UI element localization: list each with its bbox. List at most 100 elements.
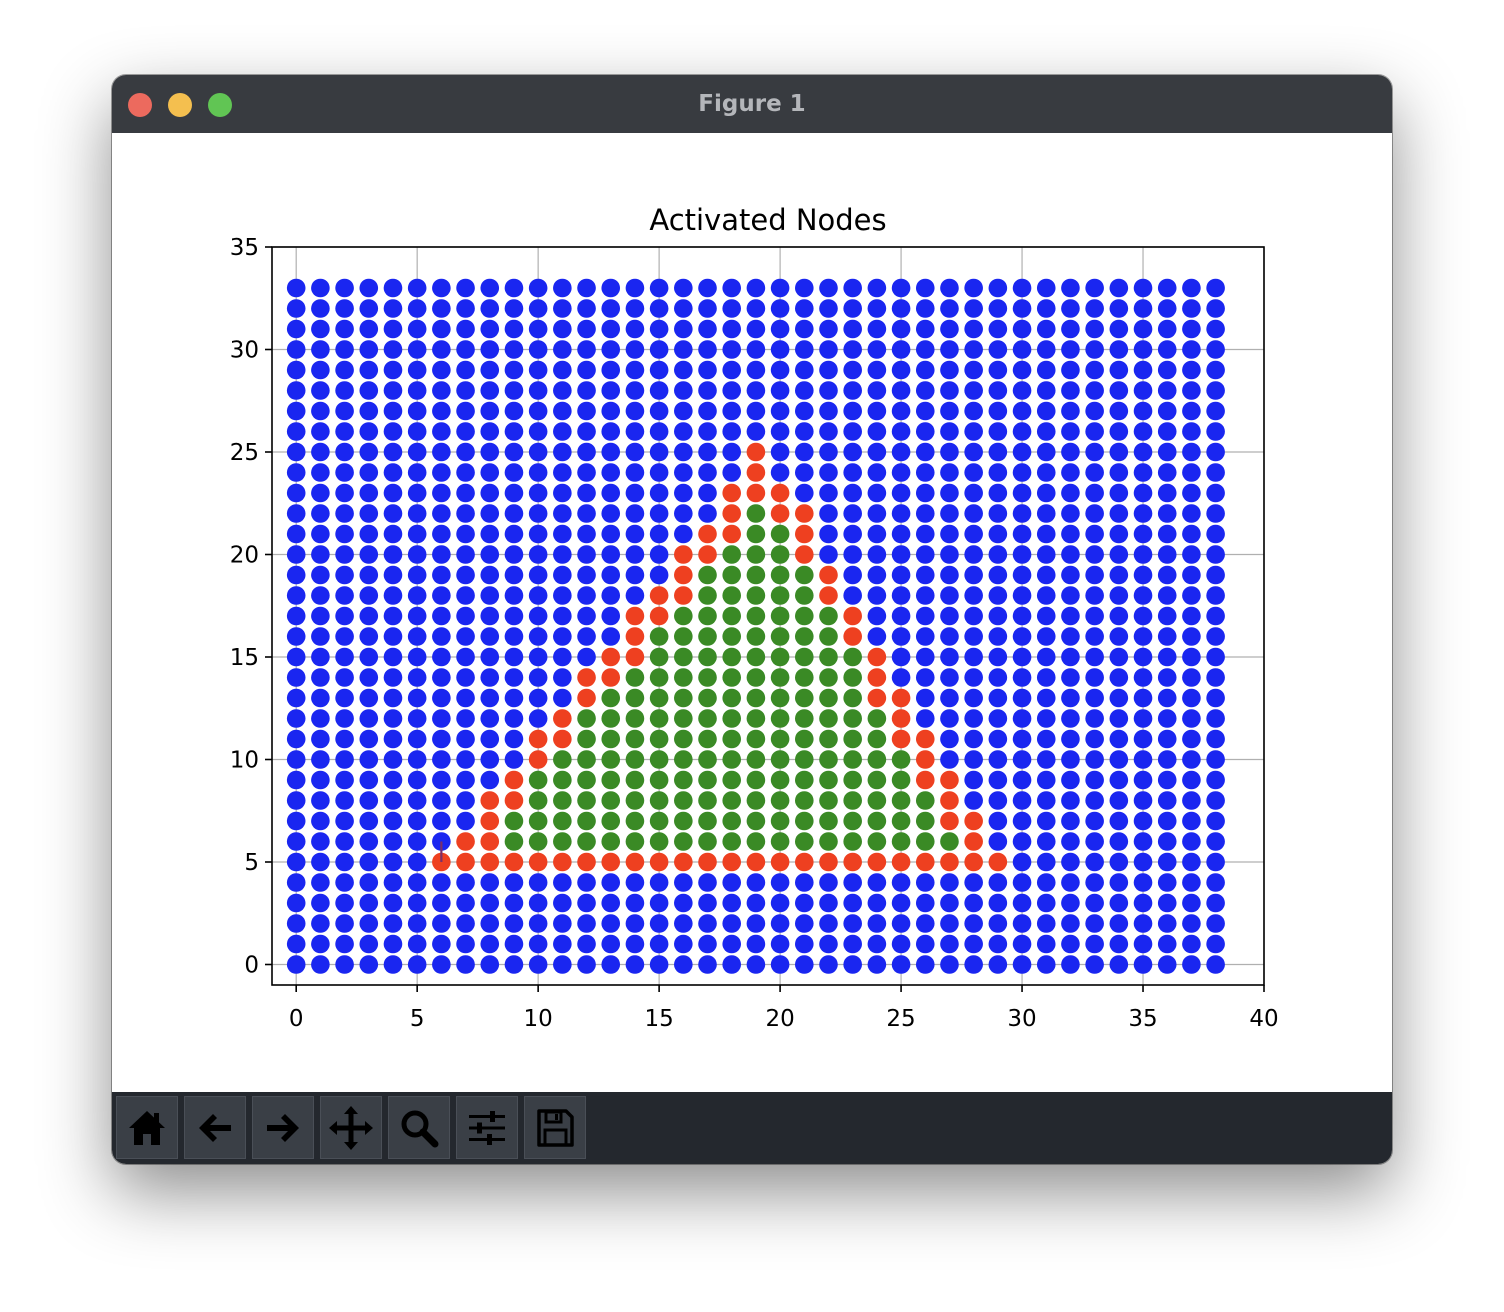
inactive-node-point	[432, 504, 451, 523]
inactive-node-point	[819, 463, 838, 482]
inactive-node-point	[1012, 319, 1032, 339]
frontier-node-point	[480, 811, 500, 831]
activated-node-point	[770, 709, 790, 728]
inactive-node-point	[698, 504, 717, 523]
inactive-node-point	[407, 750, 427, 769]
activated-node-point	[577, 770, 596, 790]
inactive-node-point	[335, 934, 354, 954]
frontier-node-point	[843, 852, 862, 872]
activated-node-point	[770, 770, 790, 790]
inactive-node-point	[432, 647, 451, 667]
inactive-node-point	[674, 422, 693, 441]
inactive-node-point	[553, 422, 572, 441]
inactive-node-point	[819, 360, 838, 380]
frontier-node-point	[843, 627, 862, 646]
inactive-node-point	[1133, 524, 1153, 544]
inactive-node-point	[1085, 852, 1104, 872]
y-tick-label: 15	[230, 645, 259, 671]
inactive-node-point	[1206, 319, 1225, 339]
pan-button[interactable]	[320, 1096, 382, 1159]
inactive-node-point	[1109, 832, 1129, 851]
figure-canvas[interactable]: 0 5 10 15 20 25 30 35 40 0 5 10 15 20 25 30 35 Activated…	[112, 133, 1392, 1092]
inactive-node-point	[964, 914, 983, 933]
inactive-node-point	[359, 729, 379, 749]
inactive-node-point	[335, 565, 354, 585]
inactive-node-point	[964, 381, 983, 400]
inactive-node-point	[891, 565, 911, 585]
inactive-node-point	[722, 955, 742, 974]
inactive-node-point	[311, 340, 330, 359]
inactive-node-point	[1085, 340, 1104, 359]
inactive-node-point	[311, 360, 330, 380]
activated-node-point	[746, 545, 766, 564]
inactive-node-point	[1206, 668, 1225, 687]
frontier-node-point	[964, 811, 983, 831]
inactive-node-point	[940, 319, 959, 339]
inactive-node-point	[867, 893, 887, 913]
inactive-node-point	[480, 319, 500, 339]
inactive-node-point	[649, 340, 669, 359]
inactive-node-point	[649, 524, 669, 544]
inactive-node-point	[1036, 401, 1056, 421]
inactive-node-point	[504, 873, 524, 892]
inactive-node-point	[915, 524, 935, 544]
inactive-node-point	[1182, 299, 1201, 318]
inactive-node-point	[432, 688, 451, 708]
inactive-node-point	[891, 647, 911, 667]
inactive-node-point	[601, 401, 621, 421]
inactive-node-point	[480, 750, 500, 769]
forward-button[interactable]	[252, 1096, 314, 1159]
inactive-node-point	[794, 278, 814, 298]
inactive-node-point	[335, 791, 354, 810]
inactive-node-point	[553, 873, 572, 892]
activated-node-point	[746, 647, 766, 667]
inactive-node-point	[359, 401, 379, 421]
inactive-node-point	[988, 873, 1008, 892]
inactive-node-point	[891, 463, 911, 482]
zoom-button[interactable]	[388, 1096, 450, 1159]
activated-node-point	[722, 791, 742, 810]
inactive-node-point	[383, 688, 403, 708]
inactive-node-point	[286, 914, 306, 933]
inactive-node-point	[891, 873, 911, 892]
inactive-node-point	[311, 914, 330, 933]
inactive-node-point	[407, 852, 427, 872]
configure-subplots-button[interactable]	[456, 1096, 518, 1159]
activated-node-point	[867, 832, 887, 851]
activated-node-point	[770, 545, 790, 564]
inactive-node-point	[1133, 852, 1153, 872]
inactive-node-point	[988, 565, 1008, 585]
inactive-node-point	[940, 565, 959, 585]
inactive-node-point	[286, 955, 306, 974]
inactive-node-point	[794, 955, 814, 974]
inactive-node-point	[843, 893, 862, 913]
inactive-node-point	[311, 483, 330, 503]
inactive-node-point	[480, 401, 500, 421]
inactive-node-point	[601, 381, 621, 400]
inactive-node-point	[1012, 606, 1032, 626]
inactive-node-point	[722, 278, 742, 298]
inactive-node-point	[915, 647, 935, 667]
inactive-node-point	[432, 299, 451, 318]
inactive-node-point	[504, 627, 524, 646]
activated-node-point	[746, 668, 766, 687]
back-button[interactable]	[184, 1096, 246, 1159]
inactive-node-point	[383, 750, 403, 769]
inactive-node-point	[577, 565, 596, 585]
inactive-node-point	[1085, 709, 1104, 728]
frontier-node-point	[698, 545, 717, 564]
save-button[interactable]	[524, 1096, 586, 1159]
inactive-node-point	[577, 401, 596, 421]
inactive-node-point	[1012, 627, 1032, 646]
scatter-chart[interactable]: 0 5 10 15 20 25 30 35 40 0 5 10 15 20 25 30 35 Activated…	[112, 133, 1392, 1092]
inactive-node-point	[1036, 914, 1056, 933]
inactive-node-point	[722, 934, 742, 954]
activated-node-point	[577, 832, 596, 851]
inactive-node-point	[286, 647, 306, 667]
inactive-node-point	[456, 770, 475, 790]
inactive-node-point	[625, 401, 645, 421]
home-button[interactable]	[116, 1096, 178, 1159]
inactive-node-point	[407, 893, 427, 913]
inactive-node-point	[915, 586, 935, 605]
inactive-node-point	[1061, 647, 1080, 667]
